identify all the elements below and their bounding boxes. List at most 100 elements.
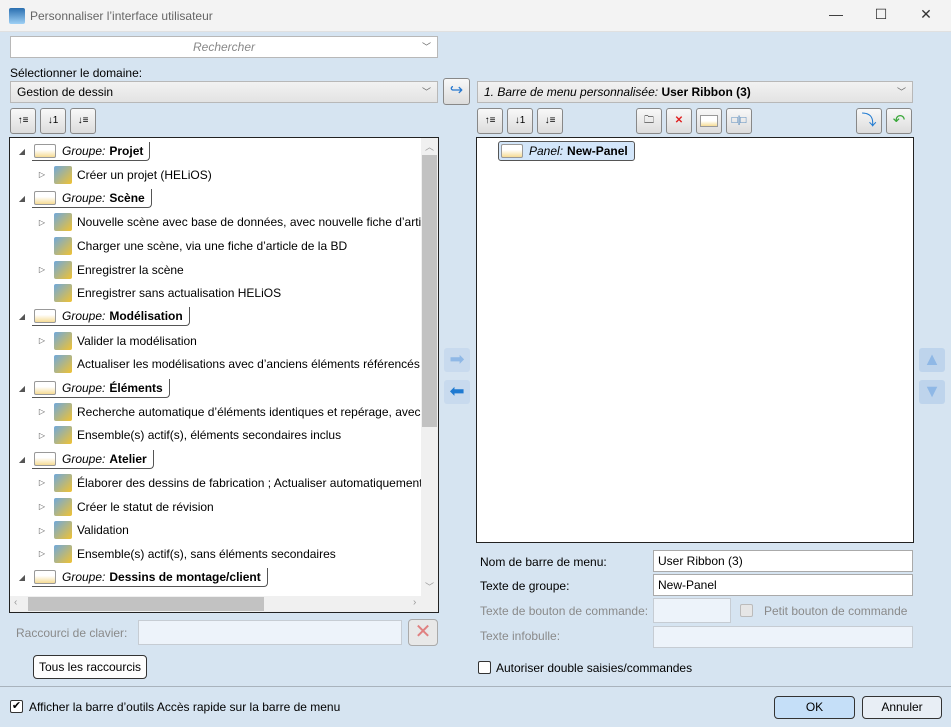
command-icon (54, 544, 72, 563)
command-icon (54, 497, 72, 516)
maximize-button[interactable]: ☐ (871, 6, 891, 26)
right-expand-one-button[interactable]: ↓1 (507, 108, 533, 134)
tree-item[interactable]: ▷ Enregistrer la scène (36, 259, 184, 281)
new-group-button[interactable]: 🗀 (636, 108, 662, 134)
delete-x-icon: ✕ (414, 621, 432, 643)
group-node[interactable]: Groupe: Atelier (32, 449, 154, 469)
shortcut-input[interactable] (138, 620, 402, 645)
collapse-all-button[interactable]: ↑≡ (10, 108, 36, 134)
group-prefix: Groupe: (62, 309, 106, 324)
tree-group[interactable]: ◢ Groupe: Éléments (16, 377, 170, 399)
import-button[interactable]: ⤵ (856, 108, 882, 134)
button-text-input[interactable] (653, 598, 731, 623)
expand-triangle-icon[interactable]: ▷ (36, 265, 48, 274)
collapse-icon: ↑≡ (17, 115, 29, 126)
scroll-down-icon[interactable]: ﹀ (425, 580, 434, 593)
tree-item[interactable]: ▷ Ensemble(s) actif(s), éléments secondai… (36, 424, 341, 446)
ribbon-tree[interactable]: Panel: New-Panel (476, 137, 914, 543)
group-prefix: Groupe: (62, 570, 106, 585)
expand-triangle-icon[interactable]: ▷ (36, 170, 48, 179)
tree-group[interactable]: ◢ Groupe: Atelier (16, 448, 154, 470)
scroll-thumb-h[interactable] (28, 597, 264, 611)
group-prefix: Groupe: (62, 451, 106, 466)
allow-double-checkbox[interactable] (478, 661, 491, 674)
collapse-triangle-icon[interactable]: ◢ (16, 573, 28, 582)
move-down-button[interactable]: ▼ (919, 380, 945, 404)
collapse-triangle-icon[interactable]: ◢ (16, 312, 28, 321)
move-up-button[interactable]: ▲ (919, 348, 945, 372)
delete-shortcut-button[interactable]: ✕ (408, 619, 438, 646)
close-button[interactable]: ✕ (916, 6, 936, 26)
tree-item[interactable]: ▷ Nouvelle scène avec base de données, av… (36, 211, 422, 233)
expand-triangle-icon[interactable]: ▷ (36, 549, 48, 558)
tree-group[interactable]: ◢ Groupe: Scène (16, 187, 152, 209)
collapse-triangle-icon[interactable]: ◢ (16, 194, 28, 203)
ribbon-name-input[interactable]: User Ribbon (3) (653, 550, 913, 572)
vertical-scrollbar[interactable]: ︿ ﹀ (421, 138, 438, 596)
ribbon-select-prefix: 1. Barre de menu personnalisée: (484, 85, 659, 99)
command-tree[interactable]: ◢ Groupe: Projet ▷ Créer un projet (HELiOS) ◢… (9, 137, 439, 613)
group-folder-icon (34, 570, 56, 585)
group-node[interactable]: Groupe: Scène (32, 188, 152, 208)
remove-from-ribbon-button[interactable]: ⬅ (444, 380, 470, 404)
add-to-ribbon-button[interactable]: ➡ (444, 348, 470, 372)
expand-triangle-icon[interactable]: ▷ (36, 502, 48, 511)
scroll-right-icon[interactable]: › (413, 597, 416, 608)
collapse-triangle-icon[interactable]: ◢ (16, 455, 28, 464)
tree-item[interactable]: ▷ Élaborer des dessins de fabrication ; A… (36, 472, 422, 494)
scroll-up-icon[interactable]: ︿ (425, 140, 434, 153)
delete-button[interactable]: ✕ (666, 108, 692, 134)
minimize-button[interactable]: — (826, 6, 846, 26)
expand-triangle-icon[interactable]: ▷ (36, 478, 48, 487)
tree-item[interactable]: Actualiser les modélisations avec d’anci… (36, 353, 420, 375)
group-text-input[interactable]: New-Panel (653, 574, 913, 596)
horizontal-scrollbar[interactable]: ‹ › (10, 596, 438, 612)
group-node[interactable]: Groupe: Modélisation (32, 307, 190, 327)
command-icon (54, 473, 72, 492)
tree-item[interactable]: ▷ Validation (36, 519, 129, 541)
expand-one-level-button[interactable]: ↓1 (40, 108, 66, 134)
tree-group[interactable]: ◢ Groupe: Dessins de montage/client (16, 567, 268, 589)
tree-group[interactable]: ◢ Groupe: Projet (16, 140, 151, 162)
expand-triangle-icon[interactable]: ▷ (36, 336, 48, 345)
small-button-checkbox[interactable] (740, 604, 753, 617)
separator-button[interactable]: □|□ (726, 108, 752, 134)
tree-item[interactable]: ▷ Recherche automatique d’éléments identi… (36, 401, 422, 423)
cancel-button[interactable]: Annuler (862, 696, 942, 719)
tree-item[interactable]: ▷ Créer un projet (HELiOS) (36, 164, 212, 186)
expand-triangle-icon[interactable]: ▷ (36, 431, 48, 440)
ribbon-panel-node[interactable]: Panel: New-Panel (498, 141, 635, 161)
domain-select[interactable]: Gestion de dessin ﹀ (10, 81, 438, 103)
expand-triangle-icon[interactable]: ▷ (36, 218, 48, 227)
export-button[interactable]: ↶ (886, 108, 912, 134)
import-folder-button[interactable]: ↪ (443, 78, 470, 105)
expand-triangle-icon[interactable]: ▷ (36, 407, 48, 416)
right-expand-all-button[interactable]: ↓≡ (537, 108, 563, 134)
group-node[interactable]: Groupe: Éléments (32, 378, 170, 398)
ok-button[interactable]: OK (774, 696, 855, 719)
ribbon-select[interactable]: 1. Barre de menu personnalisée: User Rib… (477, 81, 913, 103)
tree-item[interactable]: Enregistrer sans actualisation HELiOS (36, 282, 281, 304)
group-node[interactable]: Groupe: Dessins de montage/client (32, 568, 268, 588)
tree-item[interactable]: ▷ Ensemble(s) actif(s), sans éléments sec… (36, 543, 336, 565)
tree-group[interactable]: ◢ Groupe: Modélisation (16, 306, 190, 328)
tree-item[interactable]: Charger une scène, via une fiche d’artic… (36, 235, 347, 257)
collapse-triangle-icon[interactable]: ◢ (16, 384, 28, 393)
expand-triangle-icon[interactable]: ▷ (36, 526, 48, 535)
scroll-thumb[interactable] (422, 155, 437, 427)
group-name: Modélisation (109, 309, 183, 324)
right-collapse-all-button[interactable]: ↑≡ (477, 108, 503, 134)
group-node[interactable]: Groupe: Projet (32, 141, 151, 161)
quick-access-checkbox[interactable]: ✔ (10, 700, 23, 713)
group-name: Scène (109, 190, 145, 205)
scroll-left-icon[interactable]: ‹ (14, 597, 17, 608)
search-combo[interactable]: Rechercher ﹀ (10, 36, 438, 58)
tooltip-input[interactable] (653, 626, 913, 648)
collapse-triangle-icon[interactable]: ◢ (16, 147, 28, 156)
tree-item[interactable]: ▷ Valider la modélisation (36, 330, 197, 352)
tree-item[interactable]: ▷ Créer le statut de révision (36, 496, 214, 518)
new-panel-button[interactable] (696, 108, 722, 134)
chevron-down-icon: ﹀ (421, 87, 431, 97)
all-shortcuts-button[interactable]: Tous les raccourcis (33, 655, 147, 679)
expand-all-button[interactable]: ↓≡ (70, 108, 96, 134)
